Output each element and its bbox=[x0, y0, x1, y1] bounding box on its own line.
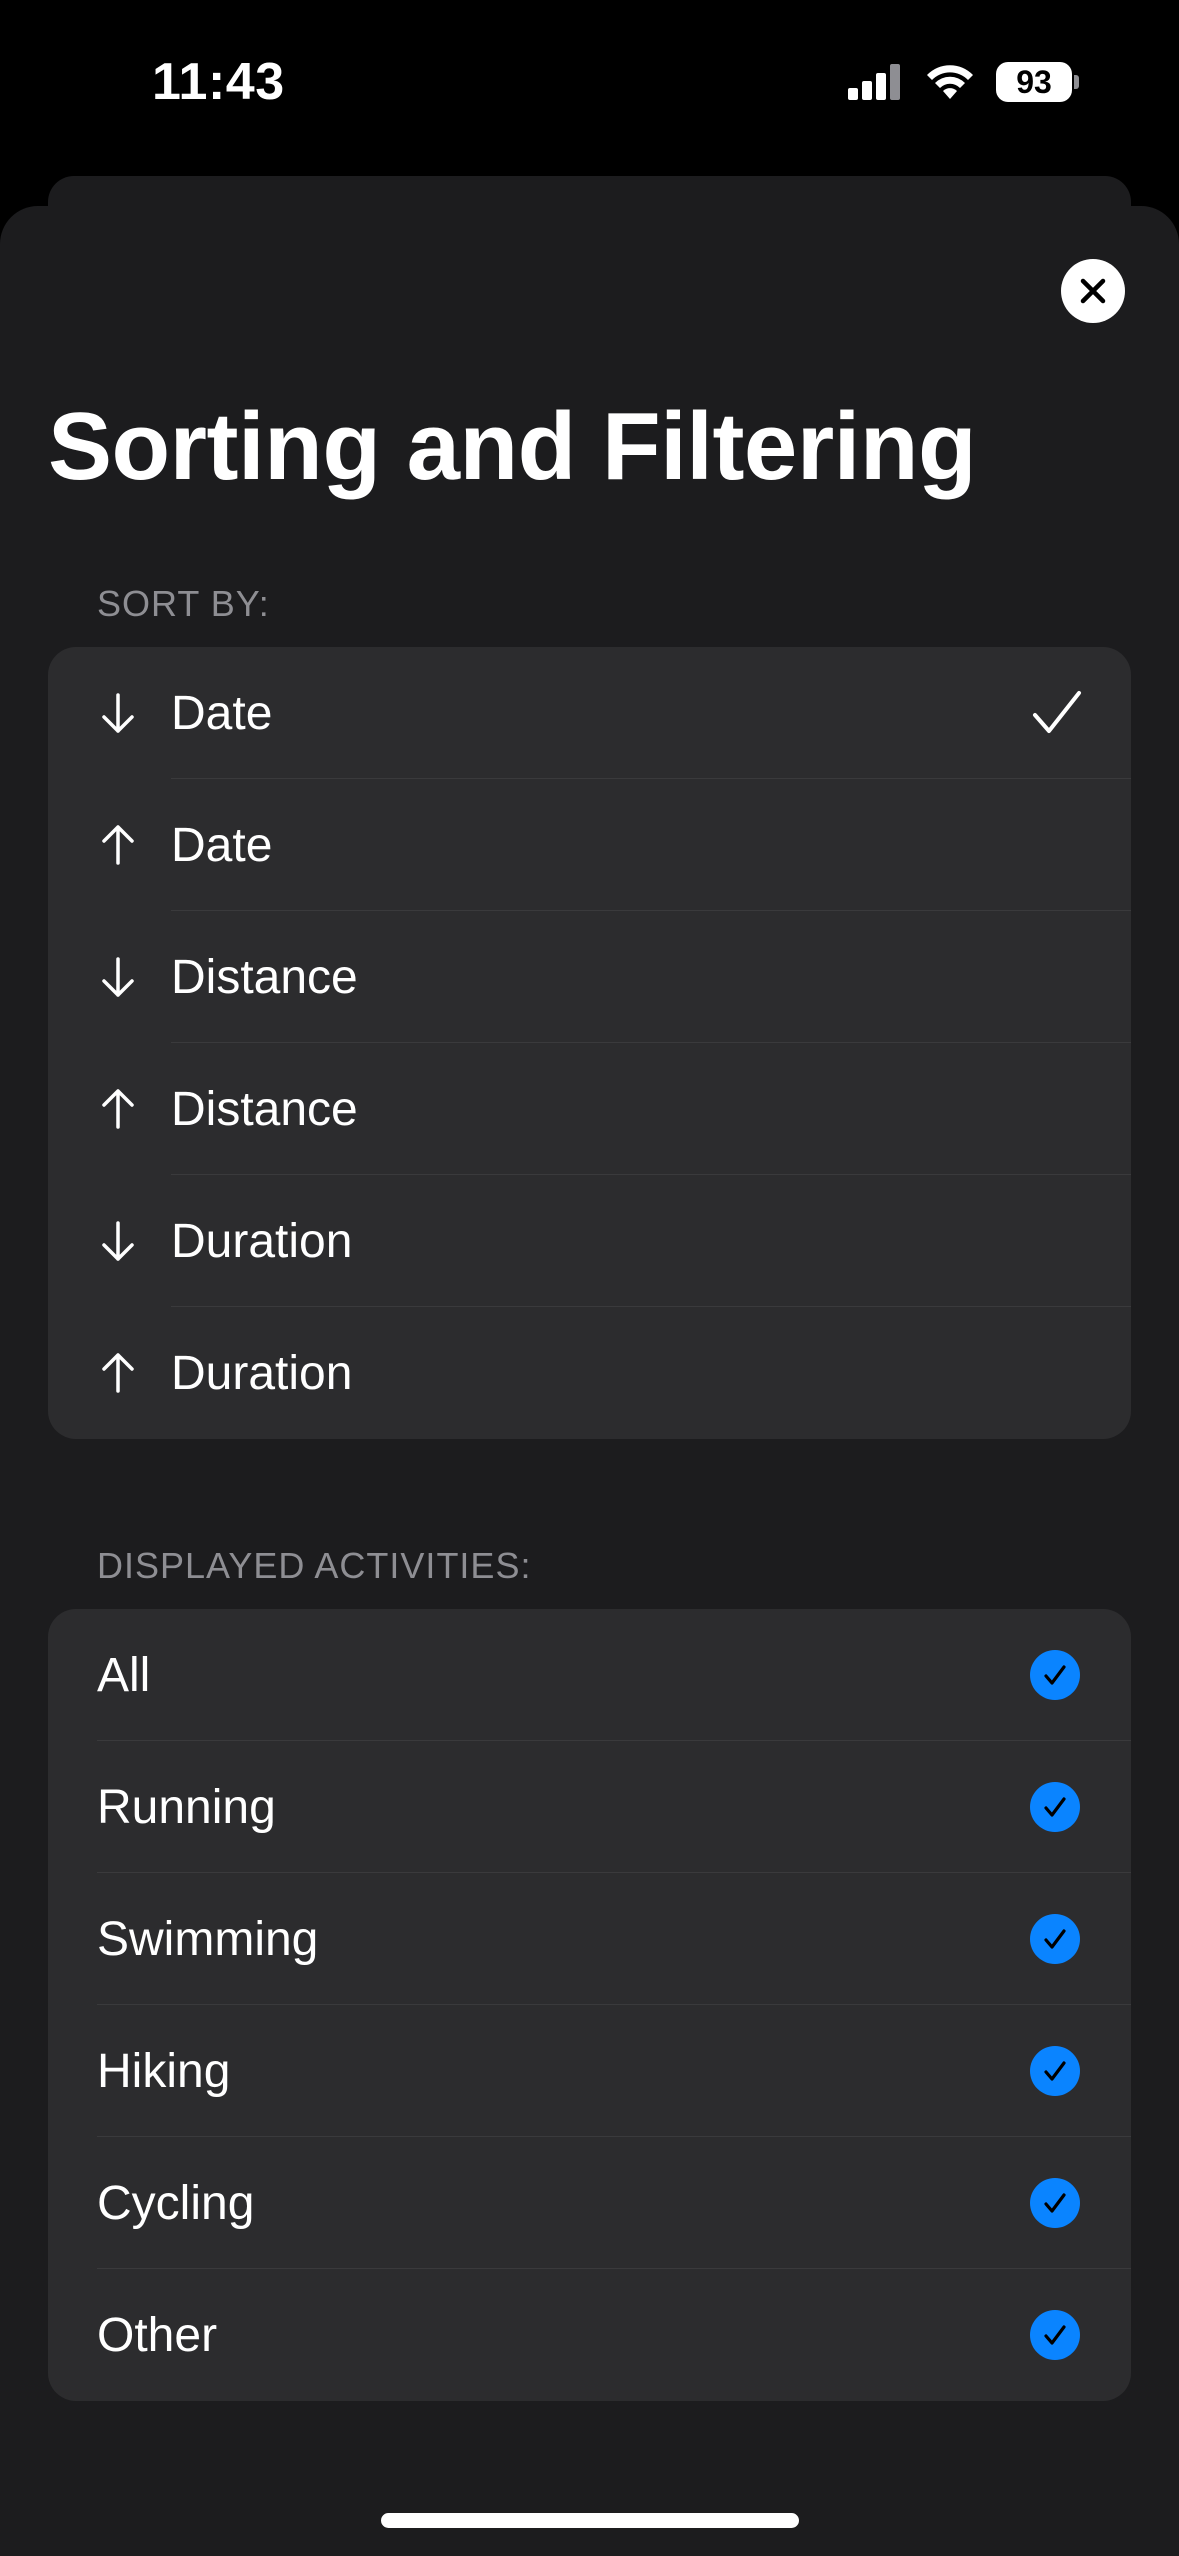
arrow-up-icon bbox=[102, 825, 134, 865]
battery-tip bbox=[1074, 75, 1079, 89]
activity-filter-cycling[interactable]: Cycling bbox=[48, 2137, 1131, 2269]
sort-option-date-descending[interactable]: Date bbox=[48, 647, 1131, 779]
sort-option-date-ascending[interactable]: Date bbox=[48, 779, 1131, 911]
checked-circle-icon bbox=[1030, 1914, 1080, 1964]
screen: 11:43 93 Sorting and Filtering SORT BY: … bbox=[0, 0, 1179, 2556]
activity-filter-running[interactable]: Running bbox=[48, 1741, 1131, 1873]
activity-filter-hiking[interactable]: Hiking bbox=[48, 2005, 1131, 2137]
battery-icon: 93 bbox=[996, 62, 1079, 102]
sort-option-duration-ascending[interactable]: Duration bbox=[48, 1307, 1131, 1439]
activity-filter-swimming[interactable]: Swimming bbox=[48, 1873, 1131, 2005]
battery-level: 93 bbox=[996, 62, 1072, 102]
cellular-signal-icon bbox=[848, 64, 900, 100]
activity-label: Swimming bbox=[97, 1912, 319, 1966]
activity-filter-other[interactable]: Other bbox=[48, 2269, 1131, 2401]
checked-circle-icon bbox=[1030, 1650, 1080, 1700]
close-button[interactable] bbox=[1061, 259, 1125, 323]
wifi-icon bbox=[927, 65, 973, 99]
arrow-down-icon bbox=[102, 693, 134, 733]
activity-label: All bbox=[97, 1648, 151, 1702]
arrow-down-icon bbox=[102, 957, 134, 997]
displayed-activities-header: DISPLAYED ACTIVITIES: bbox=[97, 1545, 532, 1586]
home-indicator[interactable] bbox=[381, 2513, 799, 2528]
sort-option-label: Distance bbox=[171, 950, 358, 1004]
page-title: Sorting and Filtering bbox=[48, 393, 977, 500]
sort-option-label: Duration bbox=[171, 1346, 353, 1400]
sort-option-distance-ascending[interactable]: Distance bbox=[48, 1043, 1131, 1175]
sort-option-distance-descending[interactable]: Distance bbox=[48, 911, 1131, 1043]
status-icons: 93 bbox=[848, 62, 1079, 102]
status-bar: 11:43 93 bbox=[0, 0, 1179, 170]
sort-option-label: Date bbox=[171, 818, 273, 872]
close-icon bbox=[1080, 278, 1106, 304]
arrow-up-icon bbox=[102, 1353, 134, 1393]
activity-label: Running bbox=[97, 1780, 276, 1834]
checked-circle-icon bbox=[1030, 2178, 1080, 2228]
sort-option-label: Duration bbox=[171, 1214, 353, 1268]
sort-option-duration-descending[interactable]: Duration bbox=[48, 1175, 1131, 1307]
checked-circle-icon bbox=[1030, 2310, 1080, 2360]
checked-circle-icon bbox=[1030, 1782, 1080, 1832]
activity-filter-all[interactable]: All bbox=[48, 1609, 1131, 1741]
activity-label: Other bbox=[97, 2308, 218, 2362]
sort-options-list: Date Date Distance Distance Duration Dur… bbox=[48, 647, 1131, 1439]
status-time: 11:43 bbox=[152, 53, 285, 111]
activity-label: Hiking bbox=[97, 2044, 231, 2098]
activity-filter-list: All Running Swimming Hiking Cycling Othe… bbox=[48, 1609, 1131, 2401]
sort-option-label: Distance bbox=[171, 1082, 358, 1136]
checked-circle-icon bbox=[1030, 2046, 1080, 2096]
checkmark-icon bbox=[1033, 691, 1081, 733]
sort-by-header: SORT BY: bbox=[97, 583, 270, 624]
sorting-filtering-sheet: Sorting and Filtering SORT BY: Date Date bbox=[0, 206, 1179, 2556]
sort-option-label: Date bbox=[171, 686, 273, 740]
activity-label: Cycling bbox=[97, 2176, 255, 2230]
arrow-down-icon bbox=[102, 1221, 134, 1261]
arrow-up-icon bbox=[102, 1089, 134, 1129]
